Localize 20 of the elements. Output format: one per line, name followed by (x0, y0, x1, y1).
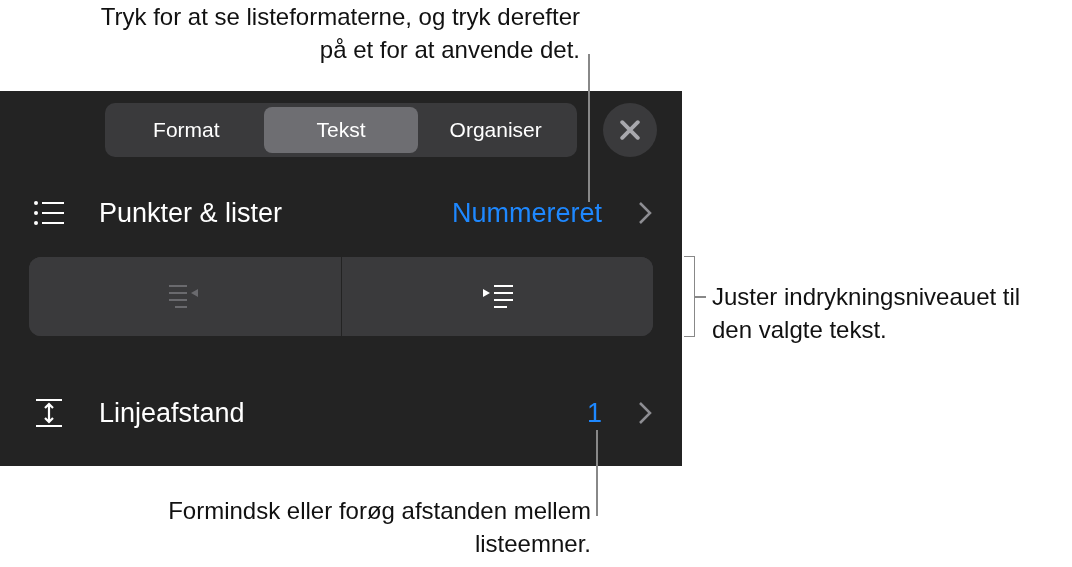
tab[interactable]: Format (109, 107, 264, 153)
leader-line (694, 296, 706, 298)
row-value: 1 (586, 397, 602, 429)
row-label: Linjeafstand (99, 397, 246, 429)
close-icon (620, 120, 640, 140)
tab[interactable]: Organiser (418, 107, 573, 153)
indent-button[interactable] (340, 257, 653, 336)
row-label: Punkter & lister (99, 197, 284, 229)
line-spacing-icon (33, 398, 65, 428)
chevron-icon (638, 401, 652, 425)
callout-text: Juster indrykningsniveauet til den valgte tekst. (712, 282, 1022, 345)
chevron-icon (638, 201, 652, 225)
tab[interactable]: Tekst (263, 107, 419, 153)
callout-text: Formindsk eller forøg afstanden mellem listeemner. (167, 496, 591, 559)
close-button[interactable] (603, 103, 657, 157)
row-value: Nummereret (451, 197, 602, 229)
menu-row[interactable]: Punkter & lister Nummereret (0, 178, 682, 248)
callout-text: Tryk for at se listeformaterne, og tryk derefter på et for at anvende det. (99, 2, 580, 65)
menu-row[interactable]: Linjeafstand 1 (0, 378, 682, 448)
list-icon (33, 198, 65, 228)
